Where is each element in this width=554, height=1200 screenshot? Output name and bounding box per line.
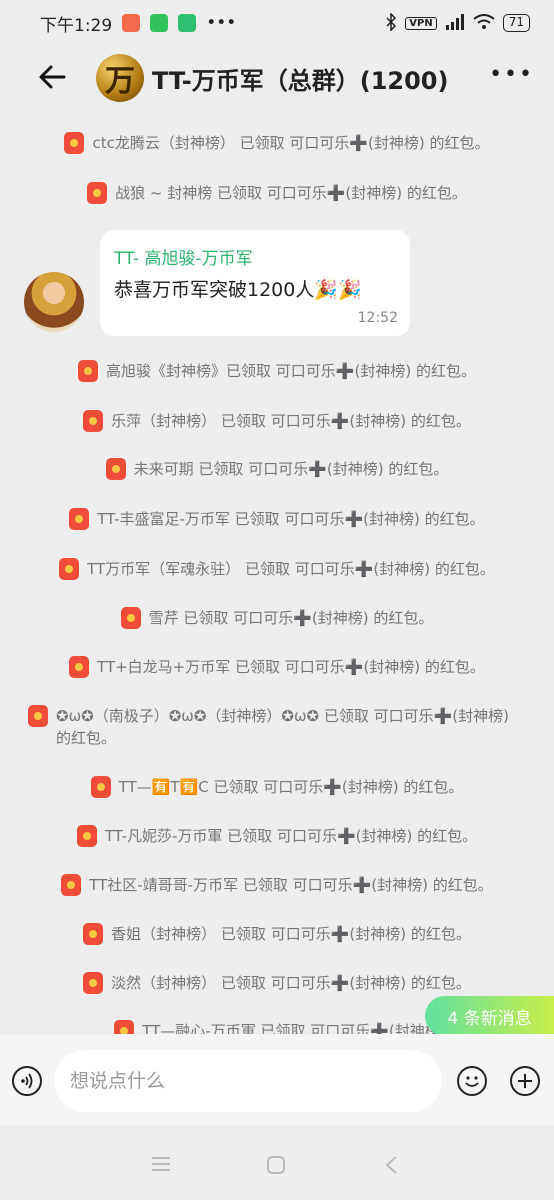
system-message-text: ✪ω✪（南极子）✪ω✪（封神榜）✪ω✪ 已领取 可口可乐➕(封神榜) 的红包。 <box>56 707 510 747</box>
red-packet-icon <box>83 972 104 994</box>
group-avatar[interactable]: 万 <box>96 54 144 102</box>
message-bubble[interactable]: TT- 高旭骏-万币军 恭喜万币军突破1200人🎉🎉 12:52 <box>100 230 410 336</box>
system-message: 乐萍（封神榜） 已领取 可口可乐➕(封神榜) 的红包。 <box>22 410 532 432</box>
system-message: TT万币军（军魂永驻） 已领取 可口可乐➕(封神榜) 的红包。 <box>22 558 532 580</box>
system-message-text: TT—🈶T🈶C 已领取 可口可乐➕(封神榜) 的红包。 <box>118 778 464 796</box>
red-packet-icon <box>114 1020 135 1034</box>
red-packet-icon <box>105 458 126 480</box>
system-message-text: TT-凡妮莎-万币軍 已领取 可口可乐➕(封神榜) 的红包。 <box>104 827 478 845</box>
system-message: 雪芹 已领取 可口可乐➕(封神榜) 的红包。 <box>22 607 532 629</box>
chat-title: TT-万币军（总群）(1200) <box>152 67 449 95</box>
message-time: 12:52 <box>357 310 398 326</box>
battery-indicator: 71 <box>502 14 530 32</box>
red-packet-icon <box>87 182 108 204</box>
system-message-text: ctc龙腾云（封神榜） 已领取 可口可乐➕(封神榜) 的红包。 <box>92 134 490 152</box>
message-input[interactable] <box>54 1050 442 1112</box>
chat-area[interactable]: ctc龙腾云（封神榜） 已领取 可口可乐➕(封神榜) 的红包。 战狼 ~ 封神榜… <box>0 110 554 1034</box>
voice-input-icon[interactable] <box>12 1066 42 1096</box>
back-nav-icon[interactable] <box>384 1155 398 1179</box>
red-packet-icon <box>120 607 141 629</box>
system-message: 香姐（封神榜） 已领取 可口可乐➕(封神榜) 的红包。 <box>22 923 532 945</box>
system-message: TT-丰盛富足-万币军 已领取 可口可乐➕(封神榜) 的红包。 <box>22 508 532 530</box>
system-message: 未来可期 已领取 可口可乐➕(封神榜) 的红包。 <box>22 458 532 480</box>
input-bar <box>0 1034 554 1126</box>
message-text: 恭喜万币军突破1200人🎉🎉 <box>114 279 362 301</box>
add-attachment-icon[interactable] <box>510 1066 540 1096</box>
system-message: ✪ω✪（南极子）✪ω✪（封神榜）✪ω✪ 已领取 可口可乐➕(封神榜) 的红包。 <box>22 705 532 749</box>
system-message: TT-凡妮莎-万币軍 已领取 可口可乐➕(封神榜) 的红包。 <box>22 825 532 847</box>
shield-app-icon <box>178 14 197 32</box>
chat-header: 万 TT-万币军（总群）(1200) ••• <box>0 46 554 110</box>
system-message-text: 雪芹 已领取 可口可乐➕(封神榜) 的红包。 <box>148 609 434 627</box>
red-packet-icon <box>61 874 82 896</box>
red-packet-icon <box>69 508 90 530</box>
system-message: 战狼 ~ 封神榜 已领取 可口可乐➕(封神榜) 的红包。 <box>22 182 532 204</box>
vpn-badge: VPN <box>405 16 437 30</box>
system-message-text: TT+白龙马+万币军 已领取 可口可乐➕(封神榜) 的红包。 <box>97 658 485 676</box>
red-packet-icon <box>83 410 104 432</box>
system-message-text: 乐萍（封神榜） 已领取 可口可乐➕(封神榜) 的红包。 <box>111 412 471 430</box>
emoji-icon[interactable] <box>457 1066 487 1096</box>
red-packet-icon <box>64 132 85 154</box>
home-nav-icon[interactable] <box>266 1155 286 1179</box>
system-message: TT—🈶T🈶C 已领取 可口可乐➕(封神榜) 的红包。 <box>22 776 532 798</box>
sender-name: TT- 高旭骏-万币军 <box>114 249 253 269</box>
system-message-text: TT-丰盛富足-万币军 已领取 可口可乐➕(封神榜) 的红包。 <box>97 510 485 528</box>
signal-icon <box>445 13 465 33</box>
system-message-text: TT万币军（军魂永驻） 已领取 可口可乐➕(封神榜) 的红包。 <box>87 560 495 578</box>
red-packet-icon <box>78 360 99 382</box>
system-message-text: 淡然（封神榜） 已领取 可口可乐➕(封神榜) 的红包。 <box>111 974 471 992</box>
system-message: 高旭骏《封神榜》已领取 可口可乐➕(封神榜) 的红包。 <box>22 360 532 382</box>
system-message-text: TT—融心-万币軍 已领取 可口可乐➕(封神榜 <box>142 1022 440 1034</box>
back-arrow-icon[interactable] <box>36 60 70 94</box>
bluetooth-icon <box>385 11 397 34</box>
system-message: TT+白龙马+万币军 已领取 可口可乐➕(封神榜) 的红包。 <box>22 656 532 678</box>
sender-avatar[interactable] <box>24 272 84 332</box>
wifi-icon <box>473 13 495 33</box>
red-packet-icon <box>83 923 104 945</box>
system-message: ctc龙腾云（封神榜） 已领取 可口可乐➕(封神榜) 的红包。 <box>22 132 532 154</box>
red-packet-icon <box>90 776 111 798</box>
menu-nav-icon[interactable] <box>150 1156 172 1176</box>
status-time: 下午1:29 <box>40 15 113 36</box>
system-message: TT社区-靖哥哥-万币军 已领取 可口可乐➕(封神榜) 的红包。 <box>22 874 532 896</box>
red-packet-icon <box>69 656 90 678</box>
system-message: 淡然（封神榜） 已领取 可口可乐➕(封神榜) 的红包。 <box>22 972 532 994</box>
system-message-text: 高旭骏《封神榜》已领取 可口可乐➕(封神榜) 的红包。 <box>106 362 476 380</box>
more-notifications-icon: ••• <box>206 13 237 33</box>
system-message-text: 未来可期 已领取 可口可乐➕(封神榜) 的红包。 <box>133 460 449 478</box>
system-message-text: TT社区-靖哥哥-万币军 已领取 可口可乐➕(封神榜) 的红包。 <box>89 876 493 894</box>
system-navigation-bar <box>0 1126 554 1200</box>
system-message-text: 战狼 ~ 封神榜 已领取 可口可乐➕(封神榜) 的红包。 <box>115 184 467 202</box>
status-bar: 下午1:29 ••• VPN 71 <box>0 0 554 46</box>
new-messages-button[interactable]: 4 条新消息 <box>425 996 554 1036</box>
red-packet-icon <box>76 825 97 847</box>
red-packet-icon <box>28 705 48 727</box>
red-packet-icon <box>59 558 80 580</box>
wechat-icon <box>150 14 169 32</box>
system-message-text: 香姐（封神榜） 已领取 可口可乐➕(封神榜) 的红包。 <box>111 925 471 943</box>
chat-message: TT- 高旭骏-万币军 恭喜万币军突破1200人🎉🎉 12:52 <box>24 230 444 340</box>
notification-app-icon <box>122 14 141 32</box>
more-options-icon[interactable]: ••• <box>489 62 534 87</box>
